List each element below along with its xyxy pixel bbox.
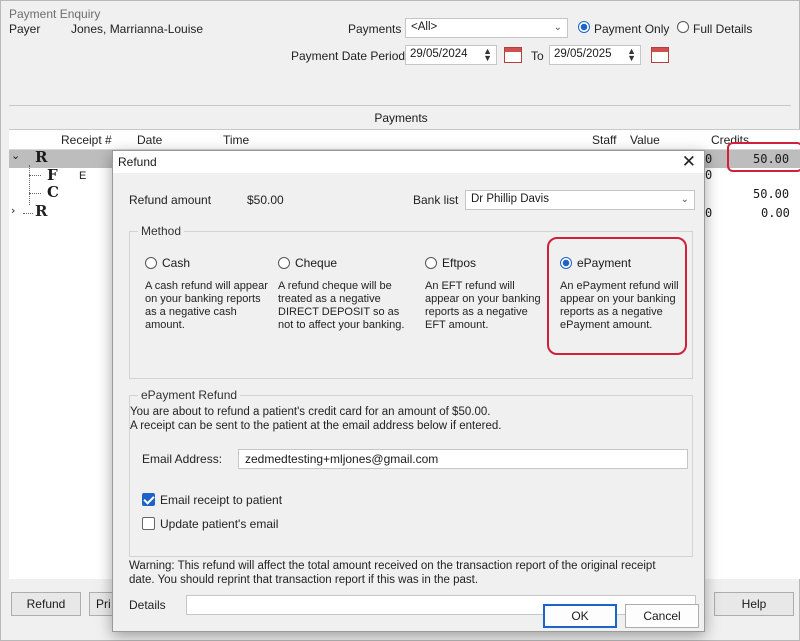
chevron-down-icon: ⌄ (680, 194, 689, 205)
refund-button[interactable]: Refund (11, 592, 81, 616)
payments-select[interactable]: <All> ⌄ (405, 18, 568, 38)
update-email-label[interactable]: Update patient's email (160, 517, 278, 531)
date-from-value: 29/05/2024 (410, 48, 468, 60)
epayment-info-line1: You are about to refund a patient's cred… (130, 406, 491, 418)
tree-node-label: R (35, 202, 48, 220)
refund-dialog: Refund ✕ Refund amount $50.00 Bank list … (112, 150, 705, 632)
details-label: Details (129, 598, 166, 612)
payer-value: Jones, Marrianna-Louise (71, 22, 204, 36)
credit-suffix: 0 (705, 152, 713, 166)
tree-connector (23, 213, 33, 214)
credits-highlight (727, 142, 800, 172)
method-cash[interactable]: Cash A cash refund will appear on your b… (145, 256, 275, 332)
method-cheque[interactable]: Cheque A refund cheque will be treated a… (278, 256, 408, 332)
bank-list-select[interactable]: Dr Phillip Davis ⌄ (465, 190, 695, 210)
window-title: Payment Enquiry (9, 7, 101, 21)
payer-label: Payer (9, 22, 41, 36)
eftpos-radio[interactable] (425, 257, 437, 269)
cancel-button[interactable]: Cancel (625, 604, 699, 628)
eftpos-description: An EFT refund will appear on your bankin… (425, 280, 541, 331)
dialog-titlebar: Refund ✕ (113, 151, 704, 173)
date-period-label: Payment Date Period (291, 49, 406, 63)
bank-list-label: Bank list (413, 193, 459, 207)
epayment-group-label: ePayment Refund (138, 388, 241, 402)
email-receipt-label[interactable]: Email receipt to patient (160, 493, 282, 507)
ok-button[interactable]: OK (543, 604, 617, 628)
epayment-refund-group: ePayment Refund You are about to refund … (129, 388, 693, 557)
col-receipt[interactable]: Receipt # (61, 133, 112, 147)
row-partial-text: E (79, 170, 87, 182)
payment-only-radio[interactable] (578, 21, 590, 33)
credit-suffix: 0 (705, 206, 713, 220)
date-from-input[interactable]: 29/05/2024 ▲ ▼ (405, 45, 497, 65)
payment-only-label[interactable]: Payment Only (594, 22, 669, 36)
dialog-title: Refund (118, 155, 157, 169)
dialog-body: Refund amount $50.00 Bank list Dr Philli… (113, 173, 704, 631)
credits-value: 50.00 (753, 187, 790, 201)
cash-radio[interactable] (145, 257, 157, 269)
method-group-label: Method (138, 224, 185, 238)
tree-node-label: R (35, 148, 48, 166)
method-eftpos[interactable]: Eftpos An EFT refund will appear on your… (425, 256, 550, 332)
col-value[interactable]: Value (630, 133, 660, 147)
refund-amount-label: Refund amount (129, 193, 212, 207)
date-to-value: 29/05/2025 (554, 48, 612, 60)
bank-list-value: Dr Phillip Davis (471, 193, 549, 205)
payments-title: Payments (374, 111, 428, 125)
spin-icon[interactable]: ▲ ▼ (483, 47, 492, 63)
email-label: Email Address: (142, 452, 223, 466)
epayment-info-line2: A receipt can be sent to the patient at … (130, 420, 502, 432)
expand-chevron-icon[interactable]: › (11, 204, 15, 217)
cheque-description: A refund cheque will be treated as a neg… (278, 280, 405, 331)
cheque-radio[interactable] (278, 257, 290, 269)
details-input[interactable] (186, 595, 696, 615)
update-email-checkbox[interactable] (142, 517, 155, 530)
epayment-highlight (547, 237, 687, 355)
cash-label[interactable]: Cash (162, 256, 190, 270)
divider (9, 105, 791, 106)
credits-value: 0.00 (761, 206, 790, 220)
credit-suffix: 0 (705, 168, 713, 182)
warning-line2: date. You should reprint that transactio… (129, 574, 479, 586)
full-details-radio[interactable] (677, 21, 689, 33)
warning-line1: Warning: This refund will affect the tot… (129, 560, 656, 572)
spin-icon[interactable]: ▲ ▼ (627, 47, 636, 63)
col-date[interactable]: Date (137, 133, 162, 147)
grid-header: Receipt # Date Time Staff Value Credits (9, 130, 800, 150)
close-icon[interactable]: ✕ (682, 152, 696, 172)
payments-select-value: <All> (411, 21, 438, 33)
calendar-icon[interactable] (504, 47, 522, 63)
cash-description: A cash refund will appear on your bankin… (145, 280, 268, 331)
full-details-label[interactable]: Full Details (693, 22, 752, 36)
email-receipt-checkbox[interactable] (142, 493, 155, 506)
payments-label: Payments (348, 22, 402, 36)
collapse-chevron-icon[interactable]: ⌄ (11, 149, 20, 162)
email-input[interactable]: zedmedtesting+mljones@gmail.com (238, 449, 688, 469)
chevron-down-icon: ⌄ (553, 22, 562, 33)
to-label: To (531, 49, 544, 63)
help-button[interactable]: Help (714, 592, 794, 616)
date-to-input[interactable]: 29/05/2025 ▲ ▼ (549, 45, 641, 65)
refund-amount-value: $50.00 (247, 193, 284, 207)
calendar-icon[interactable] (651, 47, 669, 63)
tree-node-label: F (47, 166, 58, 184)
eftpos-label[interactable]: Eftpos (442, 256, 476, 270)
col-time[interactable]: Time (223, 133, 249, 147)
cheque-label[interactable]: Cheque (295, 256, 337, 270)
tree-node-label: C (47, 183, 59, 201)
col-staff[interactable]: Staff (592, 133, 616, 147)
